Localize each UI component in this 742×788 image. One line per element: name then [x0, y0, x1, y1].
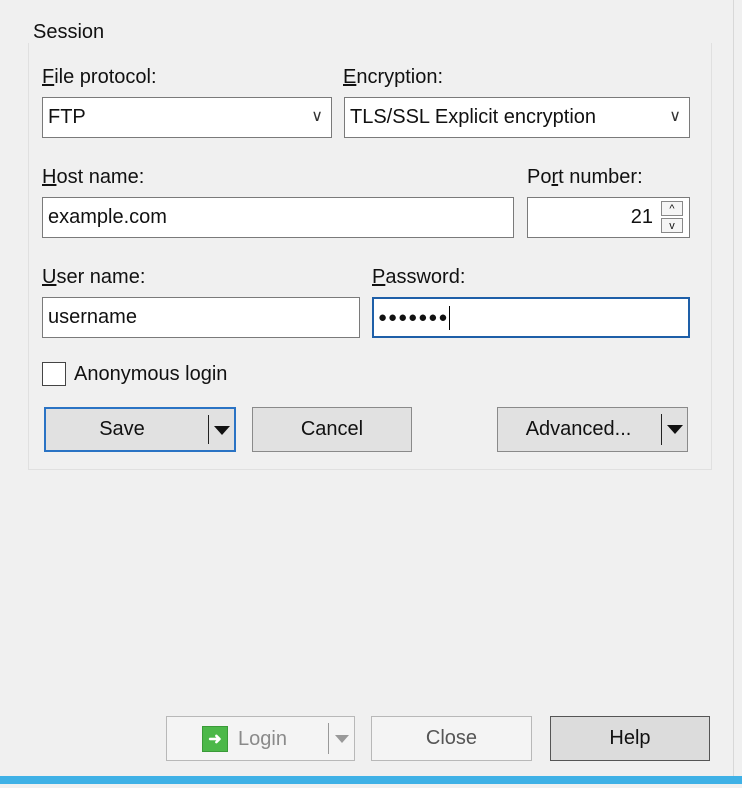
user-name-value: username	[48, 306, 137, 328]
save-label: Save	[99, 418, 145, 440]
access-key: P	[372, 266, 386, 288]
label-part: assword:	[385, 266, 466, 288]
close-button[interactable]: Close	[371, 716, 532, 761]
access-key: H	[42, 166, 57, 188]
session-title: Session	[33, 21, 111, 44]
divider	[328, 723, 329, 754]
close-label: Close	[425, 727, 478, 749]
file-protocol-value: FTP	[48, 106, 86, 128]
label-part: t number:	[558, 166, 643, 188]
window-border	[733, 0, 734, 776]
encryption-value: TLS/SSL Explicit encryption	[350, 106, 597, 128]
chevron-down-icon: ∨	[669, 108, 681, 125]
advanced-button[interactable]: Advanced...	[497, 407, 688, 452]
label-part: Po	[527, 166, 552, 188]
login-arrow-icon: ➜	[202, 726, 228, 752]
dropdown-arrow-icon[interactable]	[667, 425, 683, 434]
port-number-value: 21	[630, 206, 653, 228]
label-part: ost name:	[56, 166, 145, 188]
help-button[interactable]: Help	[550, 716, 710, 761]
save-button[interactable]: Save	[44, 407, 236, 452]
password-input[interactable]: ●●●●●●●	[372, 297, 690, 338]
label-part: ser name:	[56, 266, 146, 288]
text-cursor	[449, 305, 451, 330]
port-number-label: Port number:	[527, 166, 643, 189]
port-number-input[interactable]: 21 ^ v	[527, 197, 690, 238]
host-name-value: example.com	[48, 206, 167, 228]
dropdown-arrow-icon[interactable]	[214, 426, 230, 435]
encryption-label: Encryption:	[343, 66, 443, 89]
access-key: U	[42, 266, 57, 288]
host-name-label: Host name:	[42, 166, 144, 189]
window-bottom-border	[0, 776, 742, 784]
anonymous-login-checkbox[interactable]	[42, 362, 66, 386]
host-name-input[interactable]: example.com	[42, 197, 514, 238]
help-label: Help	[609, 727, 651, 749]
chevron-up-icon: ^	[669, 202, 675, 215]
password-value: ●●●●●●●	[378, 309, 449, 326]
divider	[661, 414, 662, 445]
divider	[208, 415, 209, 444]
password-label: Password:	[372, 266, 465, 289]
label-part: ile protocol:	[54, 66, 157, 88]
anonymous-login-label[interactable]: Anonymous login	[74, 363, 227, 386]
login-button[interactable]: ➜ Login	[166, 716, 355, 761]
access-key: E	[343, 66, 357, 88]
cancel-button[interactable]: Cancel	[252, 407, 412, 452]
advanced-label: Advanced...	[525, 418, 632, 440]
access-key: F	[42, 66, 55, 88]
user-name-label: User name:	[42, 266, 145, 289]
user-name-input[interactable]: username	[42, 297, 360, 338]
dropdown-arrow-icon[interactable]	[335, 735, 349, 743]
port-increment-button[interactable]: ^	[661, 201, 683, 216]
chevron-down-icon: v	[669, 219, 675, 232]
encryption-select[interactable]: TLS/SSL Explicit encryption ∨	[344, 97, 690, 138]
file-protocol-label: File protocol:	[42, 66, 157, 89]
cancel-label: Cancel	[300, 418, 364, 440]
label-part: ncryption:	[356, 66, 444, 88]
chevron-down-icon: ∨	[311, 108, 323, 125]
login-label: Login	[238, 728, 287, 750]
port-decrement-button[interactable]: v	[661, 218, 683, 233]
file-protocol-select[interactable]: FTP ∨	[42, 97, 332, 138]
